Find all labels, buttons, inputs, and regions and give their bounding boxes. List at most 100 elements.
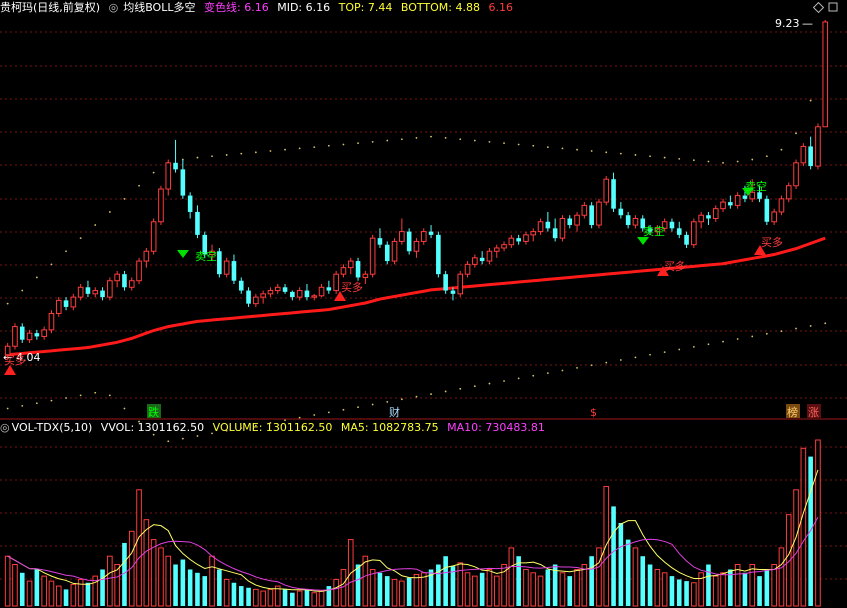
lower-band-dot-42 [313,414,316,416]
candle-body-98 [720,201,726,210]
upper-band-dot-8 [65,250,67,253]
chart-canvas[interactable]: 9.23 — ← 4.04 买多 卖空 买多 卖空 买多 买多 卖空 跌 财 $… [0,0,847,608]
upper-band-dot-92 [678,157,681,160]
lower-band-dot-68 [503,380,505,382]
candle-body-39 [290,291,295,298]
candle-body-71 [523,234,529,242]
volume-bar-108 [793,489,799,607]
candle-body-35 [260,293,266,298]
volume-bar-28 [209,555,215,607]
volume-bars [4,439,821,607]
upper-band-dot-56 [415,137,418,139]
volume-bar-109 [800,447,807,607]
candle-body-23 [173,162,178,170]
volume-bar-77 [567,576,573,606]
upper-band-dot-14 [108,211,111,213]
candle-body-82 [603,178,610,203]
upper-band-dot-48 [357,142,359,145]
volume-bar-73 [537,575,544,607]
lower-band-dot-78 [576,366,578,369]
marker-4[interactable]: 榜 [787,405,798,419]
lower-band-dot-16 [123,407,126,410]
upper-band-dot-76 [561,147,564,150]
volume-bar-50 [369,568,376,607]
volume-bar-53 [391,578,398,607]
candle-body-99 [728,202,733,206]
candle-body-48 [355,261,361,278]
volume-bar-96 [706,564,711,606]
lower-band-dot-52 [386,401,389,403]
marker-2[interactable]: 财 [389,405,400,419]
volume-bar-18 [136,489,142,607]
corner-diamond[interactable] [812,1,825,14]
upper-band-dot-34 [254,151,257,154]
volume-bar-10 [77,578,84,607]
volume-bar-1 [12,564,18,607]
marker-5[interactable]: 涨 [808,406,819,419]
upper-band-dot-82 [605,151,608,154]
volume-bar-5 [41,575,47,607]
volume-bar-26 [195,572,200,606]
buy-signal-1-label: 买多 [4,353,26,367]
lower-band-dot-6 [50,399,53,402]
candle-body-44 [326,287,332,291]
candle-body-13 [100,290,105,298]
upper-band-dot-106 [780,148,783,151]
upper-band-dot-26 [196,156,199,159]
upper-band-dot-30 [225,154,228,156]
upper-band-dot-60 [444,137,447,139]
upper-band-dot-102 [751,158,754,161]
upper-band-dot-2 [21,289,24,292]
upper-band-dot-88 [649,155,651,158]
candle-body-1 [12,326,18,347]
sell-signal-2 [637,237,649,245]
high-price-label: 9.23 [775,17,800,30]
lower-band-dot-96 [707,343,710,346]
lower-band-dot-14 [108,394,111,397]
volume-bar-82 [603,485,610,607]
candle-body-93 [684,234,689,245]
upper-band-dot-36 [269,150,272,152]
volume-bar-46 [340,568,347,607]
sell-signal-1-label: 卖空 [195,249,217,263]
marker-3[interactable]: $ [590,406,597,419]
candle-body-10 [77,286,84,298]
volume-bar-45 [333,578,339,607]
volume-bar-104 [764,569,770,606]
volume-bar-98 [720,572,726,607]
upper-band-dot-68 [503,142,505,145]
upper-band-dot-72 [532,144,535,147]
candles [4,20,829,360]
candle-body-53 [391,240,398,262]
lower-band-dot-26 [196,435,199,437]
volume-bar-102 [749,564,756,607]
candle-body-45 [333,273,339,292]
candle-body-5 [41,329,47,337]
upper-band-dot-70 [517,143,520,146]
upper-band-dot-66 [488,140,491,143]
volume-bar-31 [231,582,237,606]
marker-1[interactable]: 跌 [148,405,159,419]
candle-body-81 [596,201,602,226]
lower-band-dot-2 [21,404,24,407]
sell-signal-1 [177,250,189,258]
volume-bar-91 [669,576,675,606]
upper-band-dot-74 [546,146,549,148]
candle-body-60 [443,274,448,291]
upper-band-dot-0 [6,302,9,305]
corner-square[interactable] [828,2,838,12]
candle-body-32 [238,280,244,291]
candle-body-72 [530,231,537,236]
volume-bar-94 [691,582,697,607]
lower-band-dot-32 [240,427,243,430]
candle-body-21 [158,188,164,223]
volume-bar-56 [413,573,420,607]
candle-body-34 [253,296,259,305]
volume-bar-60 [443,556,448,606]
candle-body-102 [749,191,756,200]
lower-band-dot-28 [211,432,213,435]
candle-body-50 [369,237,376,275]
volume-bar-25 [187,569,193,606]
volume-bar-4 [34,569,40,606]
candle-body-57 [420,231,427,242]
